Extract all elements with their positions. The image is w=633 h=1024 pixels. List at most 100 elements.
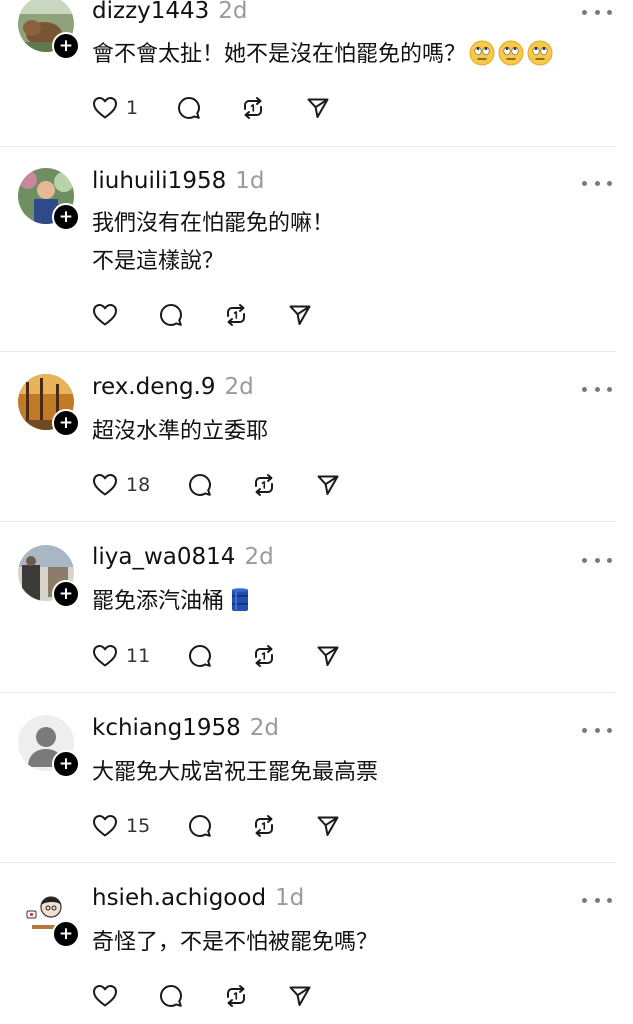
comment-line: 超沒水準的立委耶 bbox=[92, 419, 269, 444]
more-dots-icon[interactable] bbox=[582, 176, 612, 190]
heart-icon bbox=[93, 815, 117, 837]
username[interactable]: hsieh.achigood bbox=[92, 885, 266, 911]
comment-item: + dizzy1443 2d 會不會太扯！她不是沒在怕罷免的嗎？ 1 bbox=[0, 0, 633, 146]
repost-icon bbox=[255, 474, 273, 496]
repost-button[interactable] bbox=[252, 811, 276, 841]
send-icon bbox=[289, 986, 311, 1006]
send-icon bbox=[317, 646, 339, 666]
comment-text: 我們沒有在怕罷免的嘛！ 不是這樣說？ bbox=[92, 205, 334, 281]
follow-plus-icon[interactable]: + bbox=[52, 750, 80, 778]
follow-plus-icon[interactable]: + bbox=[52, 203, 80, 231]
rolling-eyes-emoji bbox=[466, 40, 553, 67]
comment-bubble-icon bbox=[189, 474, 211, 496]
comment-line: 罷免添汽油桶 bbox=[92, 589, 225, 614]
share-button[interactable] bbox=[316, 811, 340, 841]
more-dots-icon[interactable] bbox=[582, 382, 612, 396]
comment-line: 大罷免大成宮祝王罷免最高票 bbox=[92, 760, 379, 785]
timestamp: 2d bbox=[224, 374, 254, 400]
username[interactable]: rex.deng.9 bbox=[92, 374, 216, 400]
username[interactable]: kchiang1958 bbox=[92, 715, 241, 741]
heart-icon bbox=[93, 474, 117, 496]
repost-icon bbox=[227, 985, 245, 1007]
comment-text: 會不會太扯！她不是沒在怕罷免的嗎？ bbox=[92, 36, 553, 74]
send-icon bbox=[317, 816, 339, 836]
reply-button[interactable] bbox=[159, 300, 183, 330]
repost-icon bbox=[255, 645, 273, 667]
reply-button[interactable] bbox=[188, 811, 212, 841]
repost-button[interactable] bbox=[224, 300, 248, 330]
username[interactable]: dizzy1443 bbox=[92, 0, 209, 24]
repost-icon bbox=[255, 815, 273, 837]
reply-button[interactable] bbox=[188, 470, 212, 500]
repost-button[interactable] bbox=[224, 981, 248, 1011]
comment-line: 不是這樣說？ bbox=[92, 249, 225, 274]
repost-icon bbox=[244, 97, 262, 119]
like-button[interactable]: 18 bbox=[92, 470, 150, 500]
like-button[interactable]: 15 bbox=[92, 811, 150, 841]
repost-button[interactable] bbox=[241, 93, 265, 123]
comment-bubble-icon bbox=[160, 985, 182, 1007]
follow-plus-icon[interactable]: + bbox=[52, 580, 80, 608]
username[interactable]: liya_wa0814 bbox=[92, 544, 235, 570]
timestamp: 2d bbox=[244, 544, 274, 570]
comment-item: + kchiang1958 2d 大罷免大成宮祝王罷免最高票 15 bbox=[0, 693, 633, 862]
comment-header: liuhuili1958 1d bbox=[92, 168, 264, 198]
timestamp: 1d bbox=[275, 885, 305, 911]
timestamp: 1d bbox=[235, 168, 265, 194]
send-icon bbox=[289, 305, 311, 325]
share-button[interactable] bbox=[306, 93, 330, 123]
comment-bubble-icon bbox=[189, 815, 211, 837]
like-count: 1 bbox=[126, 97, 139, 119]
follow-plus-icon[interactable]: + bbox=[52, 32, 80, 60]
more-dots-icon[interactable] bbox=[582, 5, 612, 19]
comment-text: 大罷免大成宮祝王罷免最高票 bbox=[92, 754, 378, 792]
comment-bubble-icon bbox=[189, 645, 211, 667]
heart-icon bbox=[93, 645, 117, 667]
comment-header: rex.deng.9 2d bbox=[92, 374, 254, 404]
comment-feed: + dizzy1443 2d 會不會太扯！她不是沒在怕罷免的嗎？ 1 + liu… bbox=[0, 0, 633, 1024]
like-button[interactable] bbox=[92, 300, 126, 330]
like-count: 18 bbox=[126, 474, 151, 496]
share-button[interactable] bbox=[316, 470, 340, 500]
send-icon bbox=[317, 475, 339, 495]
comment-bubble-icon bbox=[178, 97, 200, 119]
reply-button[interactable] bbox=[177, 93, 201, 123]
heart-icon bbox=[93, 304, 117, 326]
comment-item: + rex.deng.9 2d 超沒水準的立委耶 18 bbox=[0, 352, 633, 521]
reply-button[interactable] bbox=[159, 981, 183, 1011]
like-count: 15 bbox=[126, 815, 151, 837]
comment-line: 會不會太扯！她不是沒在怕罷免的嗎？ bbox=[92, 42, 467, 67]
like-button[interactable]: 1 bbox=[92, 93, 138, 123]
like-button[interactable]: 11 bbox=[92, 641, 150, 671]
comment-line: 奇怪了，不是不怕被罷免嗎？ bbox=[92, 930, 379, 955]
repost-button[interactable] bbox=[252, 641, 276, 671]
heart-icon bbox=[93, 985, 117, 1007]
follow-plus-icon[interactable]: + bbox=[52, 409, 80, 437]
comment-text: 罷免添汽油桶 bbox=[92, 583, 253, 621]
share-button[interactable] bbox=[316, 641, 340, 671]
more-dots-icon[interactable] bbox=[582, 553, 612, 567]
comment-item: + liya_wa0814 2d 罷免添汽油桶 11 bbox=[0, 522, 633, 692]
reply-button[interactable] bbox=[188, 641, 212, 671]
follow-plus-icon[interactable]: + bbox=[52, 920, 80, 948]
like-count: 11 bbox=[126, 645, 151, 667]
comment-header: liya_wa0814 2d bbox=[92, 544, 274, 574]
oil-drum-emoji bbox=[224, 588, 253, 614]
send-icon bbox=[307, 98, 329, 118]
comment-text: 超沒水準的立委耶 bbox=[92, 413, 268, 451]
comment-item: + hsieh.achigood 1d 奇怪了，不是不怕被罷免嗎？ bbox=[0, 863, 633, 1024]
comment-header: kchiang1958 2d bbox=[92, 715, 279, 745]
comment-item: + liuhuili1958 1d 我們沒有在怕罷免的嘛！ 不是這樣說？ bbox=[0, 147, 633, 351]
share-button[interactable] bbox=[288, 300, 312, 330]
repost-button[interactable] bbox=[252, 470, 276, 500]
more-dots-icon[interactable] bbox=[582, 723, 612, 737]
timestamp: 2d bbox=[249, 715, 279, 741]
comment-text: 奇怪了，不是不怕被罷免嗎？ bbox=[92, 924, 378, 962]
timestamp: 2d bbox=[218, 0, 248, 24]
username[interactable]: liuhuili1958 bbox=[92, 168, 226, 194]
share-button[interactable] bbox=[288, 981, 312, 1011]
comment-line: 我們沒有在怕罷免的嘛！ bbox=[92, 211, 335, 236]
like-button[interactable] bbox=[92, 981, 126, 1011]
more-dots-icon[interactable] bbox=[582, 893, 612, 907]
comment-header: dizzy1443 2d bbox=[92, 0, 248, 28]
